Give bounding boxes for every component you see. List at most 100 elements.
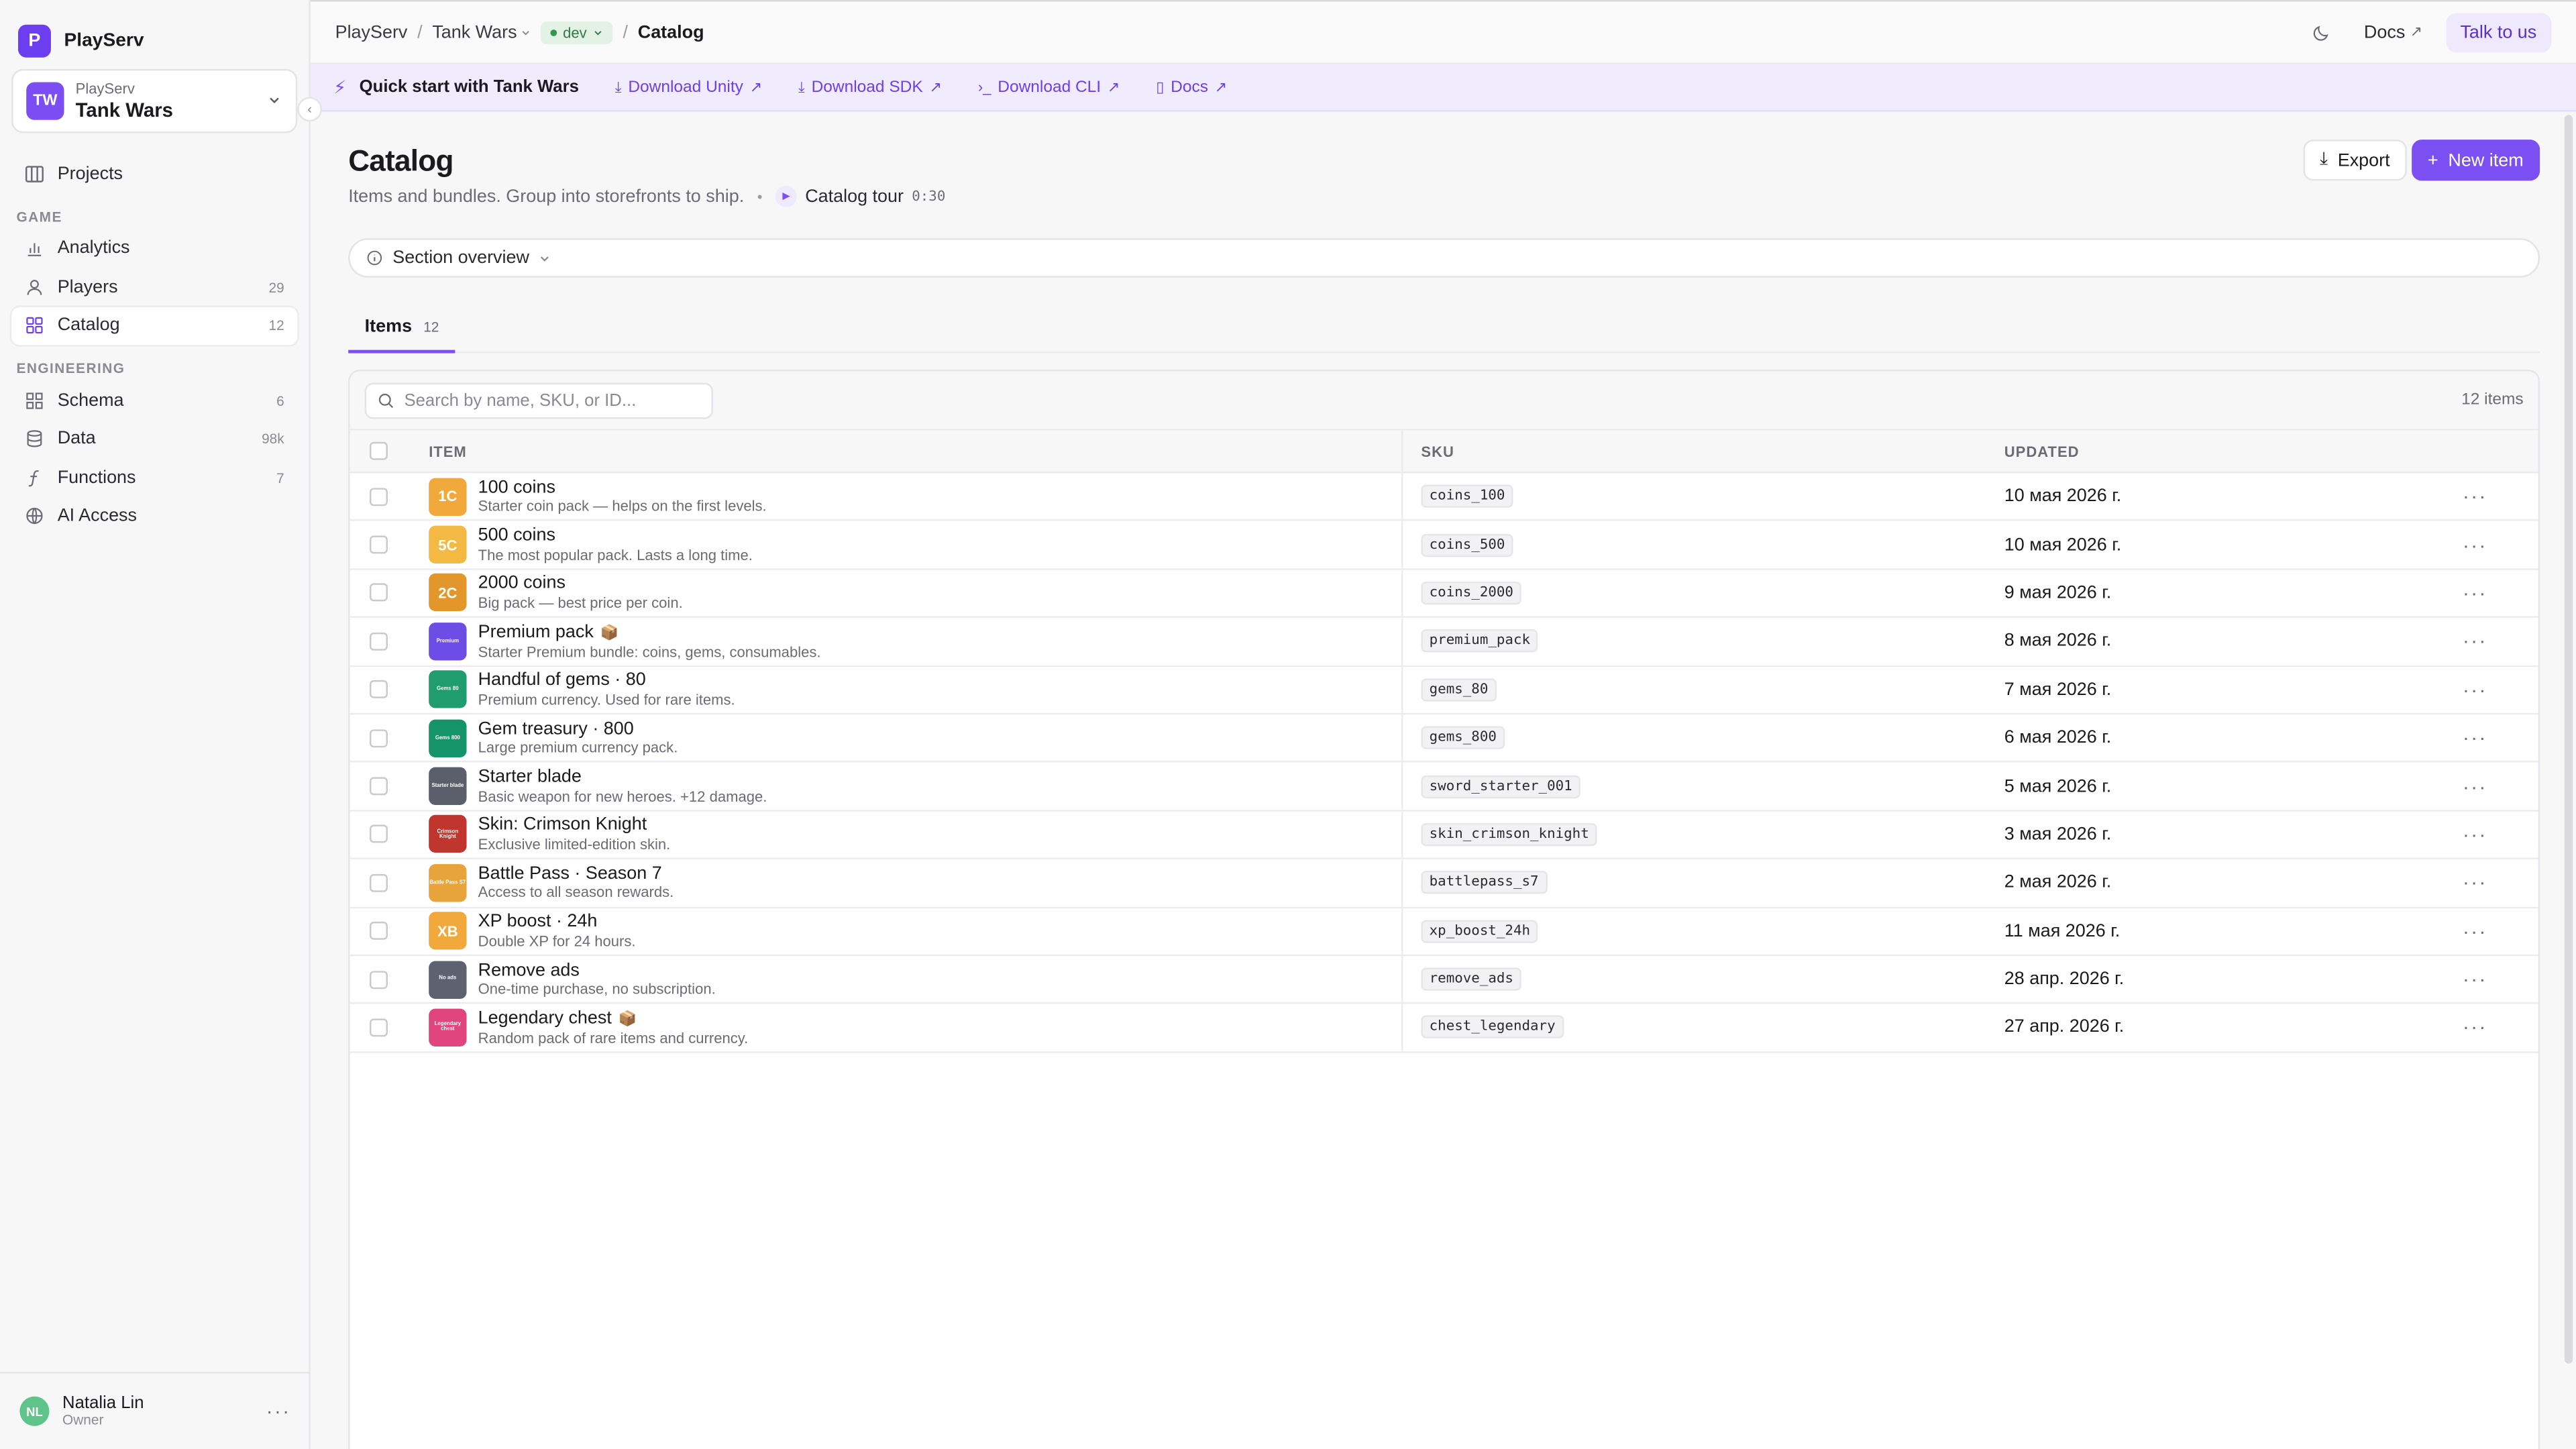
brand[interactable]: P PlayServ xyxy=(0,0,309,62)
item-name: Legendary chest xyxy=(478,1008,612,1029)
search-field[interactable] xyxy=(364,382,713,419)
export-button[interactable]: ⤓ Export xyxy=(2303,140,2407,181)
section-overview-toggle[interactable]: Section overview xyxy=(348,238,2540,278)
quickstart-title-text: Quick start with Tank Wars xyxy=(359,77,579,97)
row-checkbox[interactable] xyxy=(370,777,388,796)
item-name: XP boost · 24h xyxy=(478,912,598,932)
user-menu[interactable]: NL Natalia Lin Owner ··· xyxy=(0,1371,311,1449)
table-row[interactable]: Premium Premium pack 📦 Starter Premium bund… xyxy=(350,618,2538,667)
download-cli-link[interactable]: ›_ Download CLI ↗ xyxy=(978,78,1120,96)
scrollbar[interactable] xyxy=(2564,115,2573,1364)
sidebar-item-data[interactable]: Data 98k xyxy=(11,420,297,458)
sku-chip: gems_80 xyxy=(1421,678,1497,702)
table-row[interactable]: 1C 100 coins Starter coin pack — helps on … xyxy=(350,473,2538,522)
more-horizontal-icon[interactable]: ··· xyxy=(2463,533,2487,556)
moon-icon[interactable] xyxy=(2302,12,2341,52)
table-row[interactable]: Crimson Knight Skin: Crimson Knight Exclus… xyxy=(350,811,2538,860)
more-horizontal-icon[interactable]: ··· xyxy=(2463,871,2487,894)
crumb-project[interactable]: Tank Wars xyxy=(432,22,530,42)
table-row[interactable]: XB XP boost · 24h Double XP for 24 hours. x… xyxy=(350,908,2538,957)
table-row[interactable]: No ads Remove ads One-time purchase, no su… xyxy=(350,956,2538,1005)
table-row[interactable]: Starter blade Starter blade Basic weapon f… xyxy=(350,763,2538,812)
item-thumbnail: Legendary chest xyxy=(429,1008,467,1046)
row-checkbox[interactable] xyxy=(370,922,388,941)
table-row[interactable]: Battle Pass S7 Battle Pass · Season 7 Acce… xyxy=(350,859,2538,908)
search-input[interactable] xyxy=(404,390,700,411)
table-row[interactable]: Legendary chest Legendary chest 📦 Random pa… xyxy=(350,1004,2538,1053)
row-checkbox[interactable] xyxy=(370,584,388,602)
new-item-button[interactable]: + New item xyxy=(2411,140,2540,181)
header-item[interactable]: ITEM xyxy=(429,443,467,459)
more-horizontal-icon[interactable]: ··· xyxy=(2463,582,2487,604)
sidebar-item-count: 12 xyxy=(268,317,284,334)
sidebar-item-players[interactable]: Players 29 xyxy=(11,268,297,305)
table-row[interactable]: 2C 2000 coins Big pack — best price per co… xyxy=(350,570,2538,619)
more-horizontal-icon[interactable]: ··· xyxy=(2463,630,2487,653)
sidebar-item-catalog[interactable]: Catalog 12 xyxy=(11,306,298,345)
download-icon: ⤓ xyxy=(798,78,805,95)
more-horizontal-icon[interactable]: ··· xyxy=(2463,727,2487,749)
env-badge[interactable]: dev xyxy=(539,20,613,44)
more-horizontal-icon[interactable]: ··· xyxy=(2463,775,2487,798)
row-checkbox[interactable] xyxy=(370,729,388,747)
item-name: 100 coins xyxy=(478,477,555,498)
sku-chip: sword_starter_001 xyxy=(1421,774,1580,798)
sidebar-item-ai-access[interactable]: AI Access xyxy=(11,497,297,535)
more-horizontal-icon[interactable]: ··· xyxy=(2463,823,2487,846)
item-description: Premium currency. Used for rare items. xyxy=(478,691,735,708)
sidebar-item-label: Data xyxy=(57,429,96,449)
row-checkbox[interactable] xyxy=(370,1018,388,1037)
link-label: Download SDK xyxy=(811,78,923,97)
item-description: Random pack of rare items and currency. xyxy=(478,1029,749,1046)
sidebar-item-analytics[interactable]: Analytics xyxy=(11,229,297,267)
sku-chip: coins_500 xyxy=(1421,533,1513,557)
table-row[interactable]: Gems 800 Gem treasury · 800 Large premium … xyxy=(350,714,2538,763)
sidebar-item-schema[interactable]: Schema 6 xyxy=(11,381,297,419)
talk-to-us-button[interactable]: Talk to us xyxy=(2445,12,2552,52)
row-checkbox[interactable] xyxy=(370,632,388,651)
row-checkbox[interactable] xyxy=(370,970,388,989)
quickstart-docs-link[interactable]: ▯ Docs ↗ xyxy=(1156,78,1227,96)
tab-items[interactable]: Items 12 xyxy=(348,317,455,354)
row-checkbox[interactable] xyxy=(370,487,388,506)
play-icon: ▶ xyxy=(775,185,797,207)
more-horizontal-icon[interactable]: ··· xyxy=(2463,485,2487,508)
more-horizontal-icon[interactable]: ··· xyxy=(2463,1016,2487,1039)
item-description: Big pack — best price per coin. xyxy=(478,594,683,612)
more-horizontal-icon[interactable]: ··· xyxy=(2463,968,2487,991)
collapse-sidebar-button[interactable]: ‹ xyxy=(297,97,323,122)
updated-date: 10 мая 2026 г. xyxy=(2004,486,2122,506)
item-description: Basic weapon for new heroes. +12 damage. xyxy=(478,788,767,805)
catalog-tour-button[interactable]: ▶ Catalog tour 0:30 xyxy=(775,185,945,207)
table-row[interactable]: Gems 80 Handful of gems · 80 Premium curre… xyxy=(350,666,2538,715)
header-sku[interactable]: SKU xyxy=(1421,443,1454,459)
env-label: dev xyxy=(563,23,587,41)
sidebar-item-functions[interactable]: Functions 7 xyxy=(11,458,297,496)
more-horizontal-icon[interactable]: ··· xyxy=(266,1400,291,1423)
sidebar-item-projects[interactable]: Projects xyxy=(11,154,297,192)
sidebar-item-label: Functions xyxy=(57,467,136,488)
download-unity-link[interactable]: ⤓ Download Unity ↗ xyxy=(615,78,762,96)
tab-count: 12 xyxy=(423,319,439,335)
env-dot-icon xyxy=(549,28,557,36)
project-switcher[interactable]: TW PlayServ Tank Wars xyxy=(11,68,298,133)
sku-chip: remove_ads xyxy=(1421,967,1522,991)
crumb-org[interactable]: PlayServ xyxy=(335,22,408,42)
more-horizontal-icon[interactable]: ··· xyxy=(2463,678,2487,701)
item-name: Starter blade xyxy=(478,767,582,788)
header-updated[interactable]: UPDATED xyxy=(2004,443,2080,459)
table-row[interactable]: 5C 500 coins The most popular pack. Lasts … xyxy=(350,521,2538,570)
tour-label: Catalog tour xyxy=(805,186,904,207)
row-checkbox[interactable] xyxy=(370,680,388,699)
row-checkbox[interactable] xyxy=(370,825,388,844)
item-thumbnail: Gems 800 xyxy=(429,718,467,757)
updated-date: 7 мая 2026 г. xyxy=(2004,680,2112,700)
topbar: PlayServ / Tank Wars dev / Catalog Docs … xyxy=(310,0,2576,64)
more-horizontal-icon[interactable]: ··· xyxy=(2463,920,2487,943)
item-name: 500 coins xyxy=(478,525,555,546)
select-all-checkbox[interactable] xyxy=(370,441,388,460)
row-checkbox[interactable] xyxy=(370,535,388,554)
docs-link[interactable]: Docs ↗ xyxy=(2351,15,2435,48)
row-checkbox[interactable] xyxy=(370,873,388,892)
download-sdk-link[interactable]: ⤓ Download SDK ↗ xyxy=(798,78,942,96)
